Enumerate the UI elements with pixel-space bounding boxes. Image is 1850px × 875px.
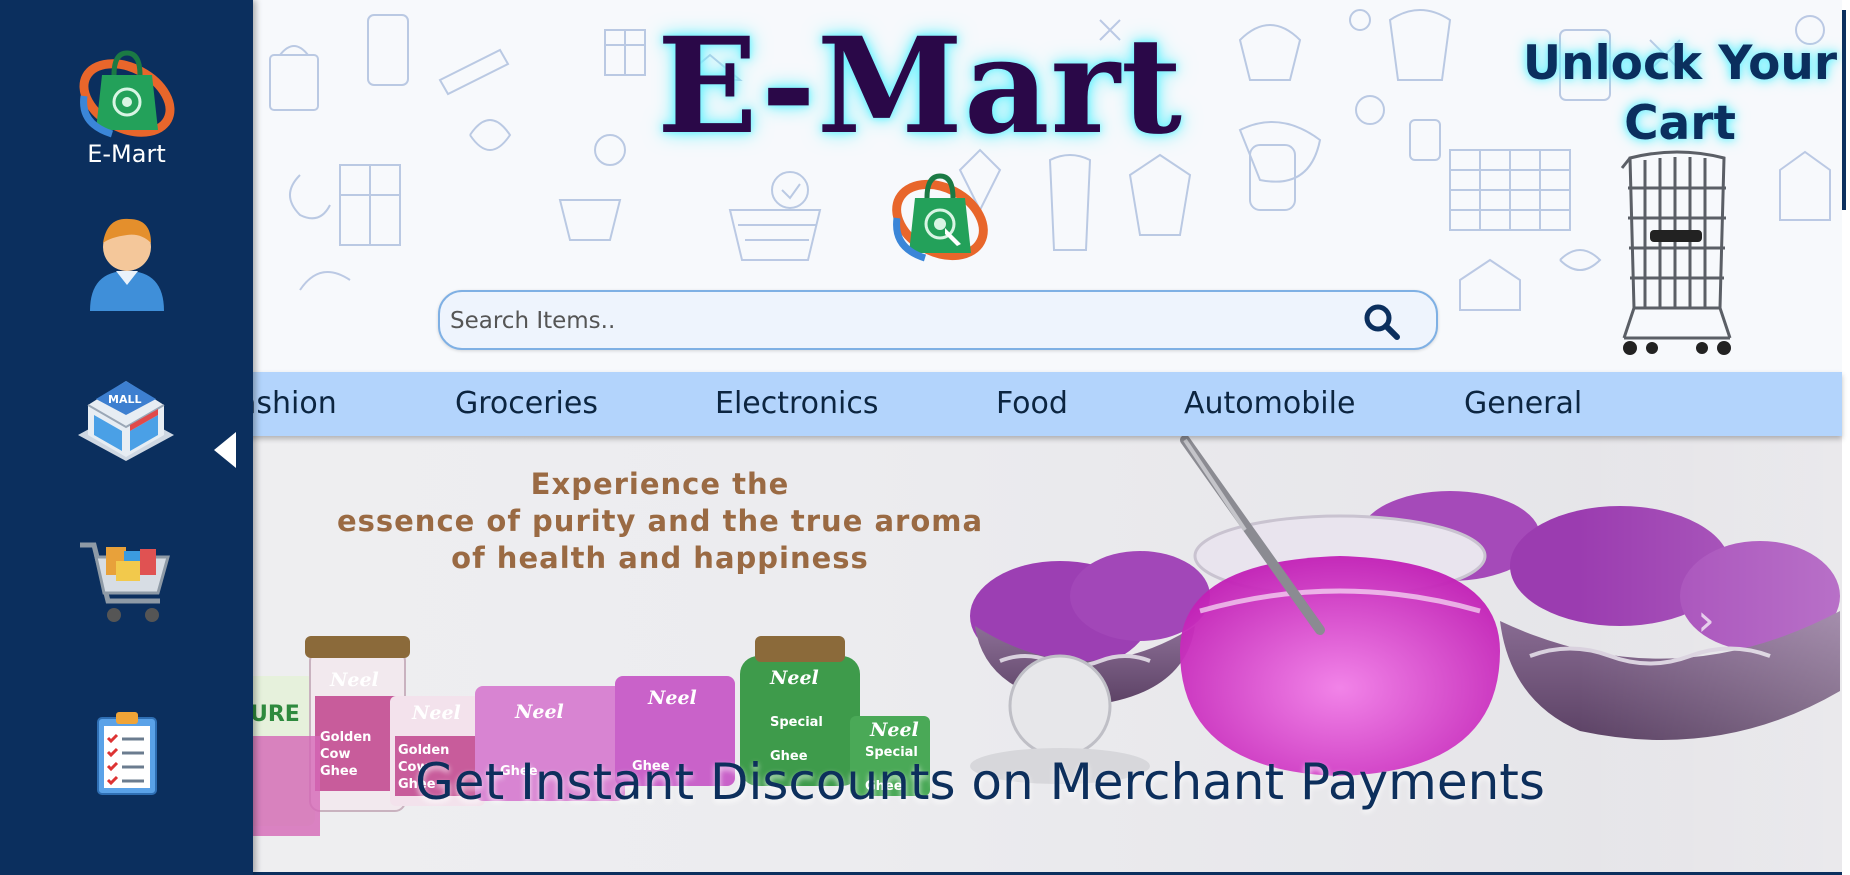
shopping-cart-icon [80, 542, 170, 622]
shopping-bag-logo-icon [892, 173, 988, 262]
category-general[interactable]: General [1464, 372, 1582, 436]
sidebar-brand-label: E-Mart [87, 140, 166, 168]
tagline-line1: Experience the [530, 467, 790, 501]
shopping-trolley-icon[interactable] [1612, 148, 1742, 363]
category-nav: ashion Groceries Electronics Food Automo… [0, 372, 1842, 436]
product-1-line2: Cow [320, 747, 350, 762]
clipboard-checklist-icon [97, 712, 157, 795]
product-brand-4: Neel [647, 687, 697, 709]
product-brand-2: Neel [411, 702, 461, 724]
product-5-line1: Special [770, 715, 823, 730]
promo-carousel: URE Neel Neel Neel Neel Neel Neel Golden… [0, 436, 1842, 872]
shopping-bag-logo-icon [79, 50, 175, 138]
sidebar-item-cart[interactable] [0, 535, 253, 635]
banner-caption: Get Instant Discounts on Merchant Paymen… [415, 753, 1545, 811]
cart-promo-line1: Unlock Your [1522, 36, 1838, 91]
sidebar-item-orders[interactable] [0, 710, 253, 810]
cart-promo-line2: Cart [1624, 96, 1736, 151]
category-food[interactable]: Food [996, 372, 1068, 436]
search-bar [438, 290, 1438, 350]
product-brand-3: Neel [514, 701, 564, 723]
product-brand-6: Neel [869, 719, 919, 741]
page-scrollbar[interactable] [1842, 0, 1850, 875]
product-brand-1: Neel [329, 669, 379, 691]
pack-ure-label: URE [250, 702, 300, 727]
tagline-line2: essence of purity and the true aroma [336, 504, 984, 538]
search-input[interactable] [450, 302, 1330, 340]
product-1-line3: Ghee [320, 764, 358, 779]
product-brand-5: Neel [769, 667, 819, 689]
sidebar: E-Mart MALL [0, 0, 253, 875]
tagline-line3: of health and happiness [451, 541, 869, 575]
header: E-Mart Unlock Your Cart [0, 0, 1842, 372]
page-title: E-Mart [656, 9, 1183, 164]
user-avatar-icon [90, 218, 164, 311]
sidebar-item-profile[interactable] [0, 213, 253, 313]
product-1-line1: Golden [320, 730, 371, 745]
category-electronics[interactable]: Electronics [715, 372, 879, 436]
sidebar-item-brand[interactable]: E-Mart [0, 40, 253, 175]
category-automobile[interactable]: Automobile [1184, 372, 1355, 436]
mall-store-icon: MALL [78, 381, 174, 461]
category-groceries[interactable]: Groceries [455, 372, 598, 436]
mall-sign-label: MALL [108, 393, 141, 406]
search-icon[interactable] [1362, 302, 1402, 342]
cart-promo-title[interactable]: Unlock Your Cart [1520, 34, 1840, 154]
banner-tagline: Experience the essence of purity and the… [280, 466, 1040, 577]
chevron-left-icon[interactable] [210, 428, 240, 472]
chevron-right-icon[interactable]: › [1686, 586, 1726, 656]
scrollbar-thumb[interactable] [1842, 10, 1846, 210]
